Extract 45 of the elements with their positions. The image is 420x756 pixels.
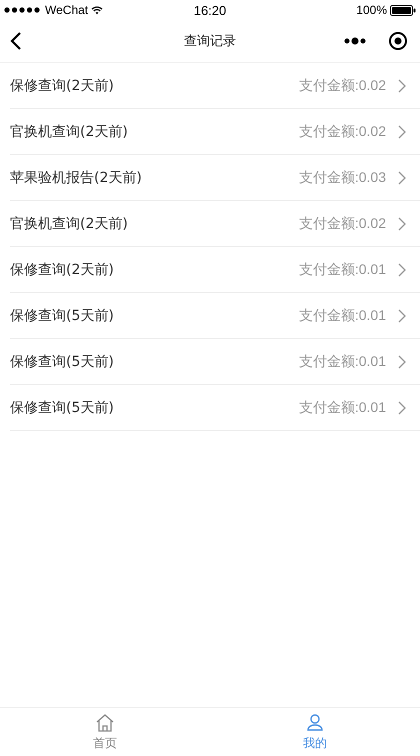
battery-percent: 100% xyxy=(356,3,387,17)
payment-amount: 支付金额:0.02 xyxy=(298,76,386,94)
record-name: 保修查询(5天前) xyxy=(10,306,115,324)
chevron-icon xyxy=(398,170,406,184)
payment-amount: 支付金额:0.03 xyxy=(298,168,386,186)
record-name: 保修查询(5天前) xyxy=(10,398,115,416)
chevron-icon xyxy=(398,308,406,322)
home-icon xyxy=(95,712,115,732)
back-icon[interactable] xyxy=(10,31,22,51)
payment-amount: 支付金额:0.02 xyxy=(298,214,386,232)
record-name: 保修查询(2天前) xyxy=(10,260,115,278)
record-row[interactable]: 保修查询(5天前) 支付金额:0.01 xyxy=(10,385,420,431)
record-name: 官换机查询(2天前) xyxy=(10,122,129,140)
tab-item[interactable]: 首页 xyxy=(0,708,210,756)
more-icon[interactable] xyxy=(344,37,366,45)
payment-amount: 支付金额:0.02 xyxy=(298,122,386,140)
record-row[interactable]: 苹果验机报告(2天前) 支付金额:0.03 xyxy=(10,155,420,201)
payment-amount: 支付金额:0.01 xyxy=(298,398,386,416)
page-title: 查询记录 xyxy=(183,33,237,50)
record-row[interactable]: 保修查询(5天前) 支付金额:0.01 xyxy=(10,339,420,385)
record-name: 官换机查询(2天前) xyxy=(10,214,129,232)
status-time: 16:20 xyxy=(192,2,228,18)
chevron-icon xyxy=(398,262,406,276)
person-icon xyxy=(305,712,325,732)
carrier-name: WeChat xyxy=(45,3,88,17)
record-row[interactable]: 保修查询(2天前) 支付金额:0.01 xyxy=(10,247,420,293)
record-name: 保修查询(5天前) xyxy=(10,352,115,370)
close-target-icon[interactable] xyxy=(388,31,408,51)
record-name: 保修查询(2天前) xyxy=(10,76,115,94)
chevron-icon xyxy=(398,400,406,414)
record-row[interactable]: 保修查询(2天前) 支付金额:0.02 xyxy=(10,63,420,109)
wifi-icon xyxy=(91,6,104,14)
payment-amount: 支付金额:0.01 xyxy=(298,260,386,278)
chevron-icon xyxy=(398,216,406,230)
record-row[interactable]: 官换机查询(2天前) 支付金额:0.02 xyxy=(10,109,420,155)
record-row[interactable]: 官换机查询(2天前) 支付金额:0.02 xyxy=(10,201,420,247)
record-name: 苹果验机报告(2天前) xyxy=(10,168,143,186)
chevron-icon xyxy=(398,78,406,92)
signal-icon xyxy=(4,7,42,13)
battery-icon xyxy=(390,4,416,16)
payment-amount: 支付金额:0.01 xyxy=(298,306,386,324)
record-row[interactable]: 保修查询(5天前) 支付金额:0.01 xyxy=(10,293,420,339)
chevron-icon xyxy=(398,124,406,138)
chevron-icon xyxy=(398,354,406,368)
payment-amount: 支付金额:0.01 xyxy=(298,352,386,370)
